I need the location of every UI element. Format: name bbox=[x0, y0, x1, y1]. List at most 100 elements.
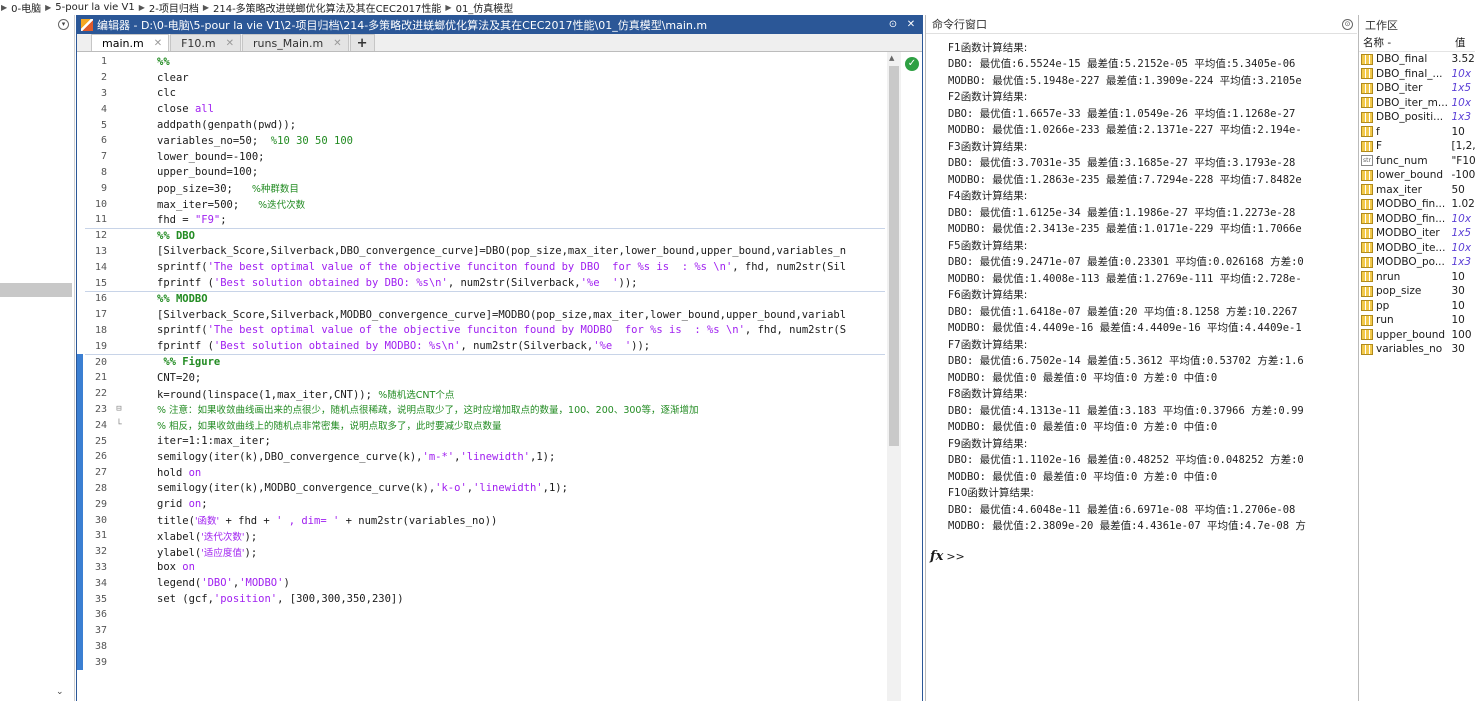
workspace-variable[interactable]: MODBO_ite... 10x bbox=[1359, 241, 1475, 256]
workspace-variable[interactable]: MODBO_po... 1x3 bbox=[1359, 255, 1475, 270]
code-line[interactable]: 9 pop_size=30; %种群数目 bbox=[77, 180, 887, 196]
workspace-variable[interactable]: lower_bound -100 bbox=[1359, 168, 1475, 183]
line-number[interactable]: 6 bbox=[77, 135, 107, 146]
workspace-variable[interactable]: F [1,2, bbox=[1359, 139, 1475, 154]
line-number[interactable]: 12 bbox=[77, 230, 107, 241]
line-number[interactable]: 3 bbox=[77, 88, 107, 99]
breadcrumb-segment[interactable]: 01_仿真模型 bbox=[453, 0, 517, 15]
workspace-variable[interactable]: MODBO_iter 1x5 bbox=[1359, 226, 1475, 241]
code-line[interactable]: 16 %% MODBO bbox=[77, 291, 887, 307]
code-line[interactable]: 33 box on bbox=[77, 560, 887, 576]
line-number[interactable]: 17 bbox=[77, 309, 107, 320]
workspace-variable[interactable]: nrun 10 bbox=[1359, 270, 1475, 285]
code-line[interactable]: 36 bbox=[77, 607, 887, 623]
column-value-header[interactable]: 值 bbox=[1455, 35, 1466, 50]
workspace-variable[interactable]: f 10 bbox=[1359, 125, 1475, 140]
code-area[interactable]: ▲ ✓ 1%% 2 clear 3 clc 4 close all 5 addpath(genp… bbox=[77, 52, 922, 701]
code-line[interactable]: 21 CNT=20; bbox=[77, 370, 887, 386]
line-number[interactable]: 11 bbox=[77, 214, 107, 225]
line-number[interactable]: 4 bbox=[77, 104, 107, 115]
code-line[interactable]: 30 title('函数' + fhd + ' , dim= ' + num2st… bbox=[77, 512, 887, 528]
tab-runs-main-m[interactable]: runs_Main.m ✕ bbox=[242, 34, 349, 51]
code-line[interactable]: 8 upper_bound=100; bbox=[77, 165, 887, 181]
line-number[interactable]: 13 bbox=[77, 246, 107, 257]
code-line[interactable]: 10 max_iter=500; %迭代次数 bbox=[77, 196, 887, 212]
code-line[interactable]: 3 clc bbox=[77, 86, 887, 102]
breadcrumb-segment[interactable]: 2-项目归档 bbox=[146, 0, 202, 15]
tab-close-icon[interactable]: ✕ bbox=[154, 38, 162, 49]
code-line[interactable]: 2 clear bbox=[77, 70, 887, 86]
code-line[interactable]: 6 variables_no=50; %10 30 50 100 bbox=[77, 133, 887, 149]
command-prompt[interactable]: fx >> bbox=[930, 549, 965, 564]
line-number[interactable]: 8 bbox=[77, 167, 107, 178]
column-name-header[interactable]: 名称 - bbox=[1363, 35, 1455, 50]
code-line[interactable]: 12 %% DBO bbox=[77, 228, 887, 244]
workspace-variable[interactable]: MODBO_fin... 10x bbox=[1359, 212, 1475, 227]
code-line[interactable]: 22 k=round(linspace(1,max_iter,CNT)); %随机… bbox=[77, 386, 887, 402]
code-line[interactable]: 14 sprintf('The best optimal value of the… bbox=[77, 259, 887, 275]
workspace-variable[interactable]: DBO_final_... 10x bbox=[1359, 67, 1475, 82]
code-line[interactable]: 20 %% Figure bbox=[77, 354, 887, 370]
workspace-variable[interactable]: DBO_final 3.52 bbox=[1359, 52, 1475, 67]
line-number[interactable]: 10 bbox=[77, 199, 107, 210]
workspace-variable[interactable]: run 10 bbox=[1359, 313, 1475, 328]
line-number[interactable]: 14 bbox=[77, 262, 107, 273]
tab-f10-m[interactable]: F10.m ✕ bbox=[170, 34, 242, 51]
tab-close-icon[interactable]: ✕ bbox=[333, 38, 341, 49]
fx-icon[interactable]: fx bbox=[930, 549, 943, 564]
code-line[interactable]: 39 bbox=[77, 654, 887, 670]
workspace-variable[interactable]: variables_no 30 bbox=[1359, 342, 1475, 357]
line-number[interactable]: 16 bbox=[77, 293, 107, 304]
folder-scroll-marker[interactable] bbox=[0, 283, 72, 297]
code-line[interactable]: 23 ⊟% 注意：如果收敛曲线画出来的点很少，随机点很稀疏，说明点取少了，这时应增… bbox=[77, 402, 887, 418]
line-number[interactable]: 2 bbox=[77, 72, 107, 83]
workspace-variable[interactable]: DBO_iter_m... 10x bbox=[1359, 96, 1475, 111]
workspace-variable[interactable]: pp 10 bbox=[1359, 299, 1475, 314]
workspace-variable[interactable]: MODBO_fin... 1.02 bbox=[1359, 197, 1475, 212]
code-line[interactable]: 29 grid on; bbox=[77, 496, 887, 512]
line-number[interactable]: 7 bbox=[77, 151, 107, 162]
line-number[interactable]: 9 bbox=[77, 183, 107, 194]
line-number[interactable]: 5 bbox=[77, 120, 107, 131]
scroll-up-icon[interactable]: ▲ bbox=[889, 54, 894, 62]
command-output[interactable]: fx >> F1函数计算结果: DBO: 最优值:6.5524e-15 最差值:5… bbox=[926, 36, 1358, 696]
code-line[interactable]: 4 close all bbox=[77, 101, 887, 117]
code-line[interactable]: 37 bbox=[77, 623, 887, 639]
tab-main-m[interactable]: main.m ✕ bbox=[91, 34, 170, 51]
code-line[interactable]: 19 fprintf ('Best solution obtained by MO… bbox=[77, 338, 887, 354]
editor-scrollbar[interactable]: ▲ bbox=[887, 52, 901, 701]
close-icon[interactable]: ✕ bbox=[904, 19, 918, 30]
chevron-down-icon[interactable]: ⌄ bbox=[56, 687, 64, 697]
code-line[interactable]: 17 [Silverback_Score,Silverback,MODBO_con… bbox=[77, 307, 887, 323]
panel-menu-icon[interactable]: ▾ bbox=[58, 19, 69, 30]
code-line[interactable]: 7 lower_bound=-100; bbox=[77, 149, 887, 165]
breadcrumb-segment[interactable]: 0-电脑 bbox=[8, 0, 44, 15]
undock-icon[interactable]: ⊙ bbox=[886, 19, 900, 30]
code-line[interactable]: 32 ylabel('适应度值'); bbox=[77, 544, 887, 560]
workspace-variable[interactable]: pop_size 30 bbox=[1359, 284, 1475, 299]
code-line[interactable]: 1%% bbox=[77, 54, 887, 70]
code-line[interactable]: 25 iter=1:1:max_iter; bbox=[77, 433, 887, 449]
code-line[interactable]: 15 fprintf ('Best solution obtained by DB… bbox=[77, 275, 887, 291]
code-line[interactable]: 28 semilogy(iter(k),MODBO_convergence_cur… bbox=[77, 481, 887, 497]
workspace-variable[interactable]: DBO_iter 1x5 bbox=[1359, 81, 1475, 96]
tab-close-icon[interactable]: ✕ bbox=[226, 38, 234, 49]
line-number[interactable]: 15 bbox=[77, 278, 107, 289]
code-line[interactable]: 26 semilogy(iter(k),DBO_convergence_curve… bbox=[77, 449, 887, 465]
line-number[interactable]: 19 bbox=[77, 341, 107, 352]
workspace-variable[interactable]: max_iter 50 bbox=[1359, 183, 1475, 198]
breadcrumb-segment[interactable]: 5-pour la vie V1 bbox=[52, 2, 137, 13]
line-number[interactable]: 18 bbox=[77, 325, 107, 336]
code-line[interactable]: 34 legend('DBO','MODBO') bbox=[77, 575, 887, 591]
code-line[interactable]: 38 bbox=[77, 639, 887, 655]
fold-gutter[interactable]: ⊟ bbox=[107, 404, 131, 414]
workspace-variable[interactable]: DBO_positi... 1x3 bbox=[1359, 110, 1475, 125]
workspace-variable[interactable]: upper_bound 100 bbox=[1359, 328, 1475, 343]
code-line[interactable]: 13 [Silverback_Score,Silverback,DBO_conve… bbox=[77, 244, 887, 260]
code-line[interactable]: 11 fhd = "F9"; bbox=[77, 212, 887, 228]
code-line[interactable]: 35 set (gcf,'position', [300,300,350,230]… bbox=[77, 591, 887, 607]
line-number[interactable]: 1 bbox=[77, 56, 107, 67]
workspace-variable[interactable]: str func_num "F10 bbox=[1359, 154, 1475, 169]
scroll-thumb[interactable] bbox=[889, 66, 899, 446]
code-line[interactable]: 27 hold on bbox=[77, 465, 887, 481]
